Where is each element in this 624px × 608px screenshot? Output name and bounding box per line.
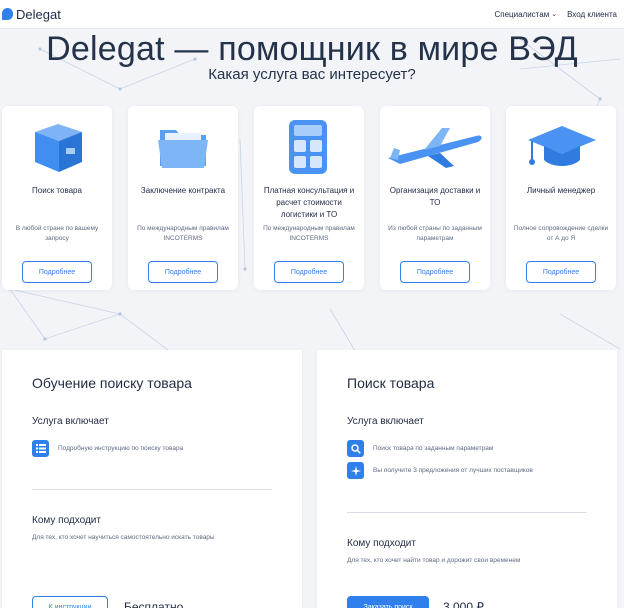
service-desc: Полное сопровождение сделки от А до Я xyxy=(513,225,609,242)
audience-heading: Кому подходит xyxy=(32,515,101,526)
service-title: Организация доставки и ТО xyxy=(389,186,481,207)
service-more-button[interactable]: Подробнее xyxy=(400,261,470,283)
page-title: Delegat — помощник в мире ВЭД xyxy=(46,30,578,68)
plan-card-product-search: Поиск товара Услуга включает Поиск товар… xyxy=(317,350,617,608)
services-grid: Поиск товара В любой стране по вашему за… xyxy=(2,106,622,290)
includes-heading: Услуга включает xyxy=(347,416,424,427)
nav-client-login[interactable]: Вход клиента xyxy=(567,10,617,19)
service-more-button[interactable]: Подробнее xyxy=(274,261,344,283)
service-title: Заключение контракта xyxy=(140,186,226,195)
nav-specialists[interactable]: Специалистам ⌄ xyxy=(494,10,557,19)
list-icon xyxy=(32,440,49,457)
top-navbar: Delegat Специалистам ⌄ Вход клиента xyxy=(0,0,624,29)
search-icon xyxy=(347,440,364,457)
divider xyxy=(347,512,587,513)
service-card-consultation[interactable]: Платная консультация и расчет стоимости … xyxy=(254,106,364,290)
logo-mark-icon xyxy=(2,8,13,20)
folder-icon xyxy=(158,130,208,168)
feature-item: Подробную инструкцию по поиску товара xyxy=(32,440,183,457)
service-more-button[interactable]: Подробнее xyxy=(526,261,596,283)
service-title: Платная консультация и расчет стоимости … xyxy=(263,186,355,219)
feature-text: Подробную инструкцию по поиску товара xyxy=(58,445,184,452)
service-card-contract[interactable]: Заключение контракта По международным пр… xyxy=(128,106,238,290)
plan-price: 3 000 ₽ xyxy=(443,600,484,608)
feature-item: Вы получите 3 предложения от лучших пост… xyxy=(347,462,533,479)
feature-item: Поиск товара по заданным параметрам xyxy=(347,440,493,457)
plan-title: Обучение поиску товара xyxy=(32,375,192,391)
package-box-icon xyxy=(35,124,82,172)
plan-price: Бесплатно xyxy=(124,600,184,608)
chevron-down-icon: ⌄ xyxy=(551,11,558,18)
page-subtitle: Какая услуга вас интересует? xyxy=(208,66,416,83)
order-search-button[interactable]: Заказать поиск xyxy=(347,596,429,608)
service-title: Личный менеджер xyxy=(526,186,596,195)
service-desc: Из любой страны по заданным параметрам xyxy=(388,225,482,242)
calculator-icon xyxy=(289,120,327,174)
service-desc: По международным правилам INCOTERMS xyxy=(137,225,229,242)
service-card-product-search[interactable]: Поиск товара В любой стране по вашему за… xyxy=(2,106,112,290)
airplane-icon xyxy=(388,128,482,168)
service-title: Поиск товара xyxy=(32,186,82,195)
brand-name: Delegat xyxy=(16,6,61,22)
to-instruction-button[interactable]: К инструкции xyxy=(32,596,108,608)
brand-logo[interactable]: Delegat xyxy=(2,7,61,22)
audience-text: Для тех, кто хочет научиться самостоятел… xyxy=(32,534,215,541)
graduation-cap-icon xyxy=(528,126,596,166)
service-more-button[interactable]: Подробнее xyxy=(148,261,218,283)
service-card-manager[interactable]: Личный менеджер Полное сопровождение сде… xyxy=(506,106,616,290)
top-nav: Специалистам ⌄ Вход клиента xyxy=(494,10,617,19)
feature-text: Вы получите 3 предложения от лучших пост… xyxy=(373,467,533,474)
nav-specialists-label: Специалистам xyxy=(494,9,550,19)
service-card-delivery[interactable]: Организация доставки и ТО Из любой стран… xyxy=(380,106,490,290)
includes-heading: Услуга включает xyxy=(32,416,109,427)
sparkle-icon xyxy=(347,462,364,479)
service-desc: По международным правилам INCOTERMS xyxy=(263,225,355,242)
feature-text: Поиск товара по заданным параметрам xyxy=(373,445,494,452)
audience-heading: Кому подходит xyxy=(347,538,416,549)
audience-text: Для тех, кто хочет найти товар и дорожит… xyxy=(347,557,521,564)
nav-client-login-label: Вход клиента xyxy=(567,9,617,19)
service-more-button[interactable]: Подробнее xyxy=(22,261,92,283)
divider xyxy=(32,489,272,490)
plan-title: Поиск товара xyxy=(347,375,435,391)
service-desc: В любой стране по вашему запросу xyxy=(15,225,99,242)
plan-card-training: Обучение поиску товара Услуга включает П… xyxy=(2,350,302,608)
